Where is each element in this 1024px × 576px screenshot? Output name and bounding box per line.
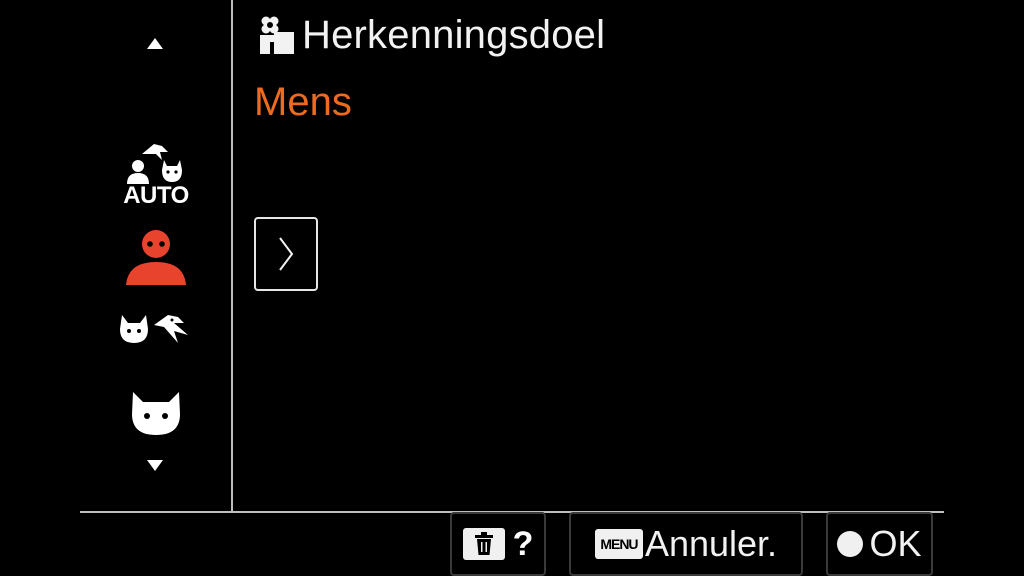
cancel-label: Annuler. bbox=[644, 523, 778, 564]
auto-subject-icon bbox=[127, 144, 182, 184]
option-animal[interactable] bbox=[110, 390, 202, 438]
center-button-icon bbox=[837, 531, 864, 557]
selected-value: Mens bbox=[254, 80, 352, 124]
help-button[interactable]: ? bbox=[450, 512, 546, 576]
animal-bird-icon bbox=[120, 315, 188, 343]
help-label: ? bbox=[512, 524, 534, 563]
ok-label: OK bbox=[869, 523, 922, 564]
cancel-button[interactable]: MENU Annuler. bbox=[569, 512, 803, 576]
menu-key-icon: MENU bbox=[594, 529, 643, 559]
chevron-right-icon bbox=[279, 237, 294, 271]
animal-icon bbox=[132, 392, 180, 435]
option-animal-bird[interactable] bbox=[110, 313, 202, 353]
auto-label: AUTO bbox=[123, 182, 189, 209]
target-option-list: AUTO bbox=[80, 0, 232, 512]
option-auto[interactable]: AUTO bbox=[110, 140, 202, 212]
vertical-divider bbox=[231, 0, 233, 512]
menu-title: Herkenningsdoel bbox=[254, 12, 605, 58]
subject-recognition-icon bbox=[260, 16, 294, 54]
ok-button[interactable]: OK bbox=[826, 512, 933, 576]
human-icon bbox=[126, 230, 186, 285]
page-title: Herkenningsdoel bbox=[302, 12, 606, 57]
submenu-button[interactable] bbox=[254, 217, 318, 291]
scroll-up-arrow-icon[interactable] bbox=[147, 38, 163, 49]
trash-icon bbox=[462, 528, 505, 560]
option-human[interactable] bbox=[110, 228, 202, 288]
scroll-down-arrow-icon[interactable] bbox=[147, 460, 163, 471]
